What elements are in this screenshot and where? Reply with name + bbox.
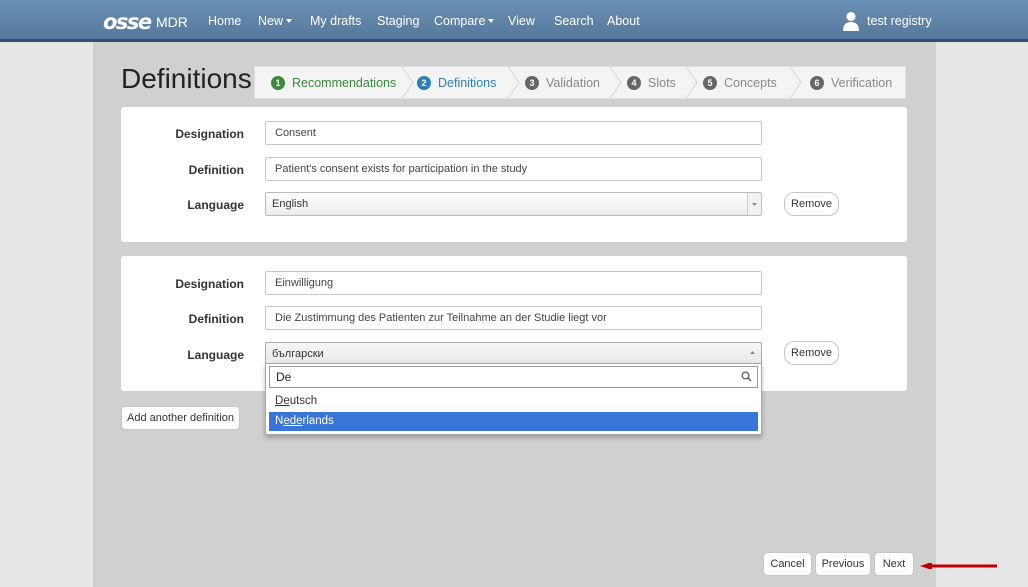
chevron-right-icon xyxy=(507,67,520,98)
language-label: Language xyxy=(187,198,244,212)
cancel-button[interactable]: Cancel xyxy=(763,552,812,576)
previous-button[interactable]: Previous xyxy=(815,552,871,576)
nav-about[interactable]: About xyxy=(607,14,640,28)
caret-down-icon xyxy=(286,19,293,23)
step-number: 2 xyxy=(417,76,431,90)
wizard-step-validation[interactable]: 3 Validation xyxy=(525,76,600,90)
wizard-step-recommendations[interactable]: 1 Recommendations xyxy=(271,76,396,90)
designation-label: Designation xyxy=(175,127,244,141)
user-menu[interactable]: test registry xyxy=(867,14,932,28)
step-label: Validation xyxy=(546,76,600,90)
page-title: Definitions xyxy=(121,63,252,94)
step-label: Definitions xyxy=(438,76,497,90)
step-number: 4 xyxy=(627,76,641,90)
top-navbar: osse MDR Home New My drafts Staging Comp… xyxy=(0,0,1028,42)
caret-down-icon xyxy=(488,19,495,23)
user-icon[interactable] xyxy=(843,11,859,31)
nav-my-drafts[interactable]: My drafts xyxy=(310,14,361,28)
definition-input[interactable]: Patient's consent exists for participati… xyxy=(265,157,762,181)
option-text: utsch xyxy=(289,395,318,407)
chevron-right-icon xyxy=(685,67,698,98)
nav-compare[interactable]: Compare xyxy=(434,14,495,28)
designation-label: Designation xyxy=(175,277,244,291)
step-label: Verification xyxy=(831,76,893,90)
nav-new[interactable]: New xyxy=(258,14,293,28)
chevron-right-icon xyxy=(789,67,802,98)
wizard-step-slots[interactable]: 4 Slots xyxy=(627,76,676,90)
search-value: De xyxy=(276,370,292,384)
search-icon xyxy=(741,371,752,382)
wizard-steps: 1 Recommendations 2 Definitions 3 Validatio… xyxy=(254,66,906,99)
wizard-step-concepts[interactable]: 5 Concepts xyxy=(703,76,777,90)
step-number: 5 xyxy=(703,76,717,90)
wizard-step-definitions[interactable]: 2 Definitions xyxy=(417,76,496,90)
nav-new-label: New xyxy=(258,14,284,28)
match-text: ede xyxy=(283,415,303,427)
step-label: Slots xyxy=(648,76,676,90)
option-text: rlands xyxy=(302,415,334,427)
nav-compare-label: Compare xyxy=(434,14,486,28)
chevron-right-icon xyxy=(609,67,622,98)
remove-button[interactable]: Remove xyxy=(784,341,839,365)
definition-label: Definition xyxy=(188,312,244,326)
nav-staging[interactable]: Staging xyxy=(377,14,419,28)
nav-home[interactable]: Home xyxy=(208,14,241,28)
nav-search[interactable]: Search xyxy=(554,14,594,28)
brand-logo[interactable]: osse xyxy=(103,10,152,34)
add-definition-button[interactable]: Add another definition xyxy=(121,406,240,430)
language-dropdown: De Deutsch Nederlands xyxy=(265,363,762,435)
step-label: Recommendations xyxy=(292,76,397,90)
step-number: 6 xyxy=(810,76,824,90)
arrow-left-icon xyxy=(920,563,997,569)
step-number: 1 xyxy=(271,76,285,90)
language-select[interactable]: English xyxy=(265,192,762,216)
remove-button[interactable]: Remove xyxy=(784,192,839,216)
language-option-nederlands[interactable]: Nederlands xyxy=(269,412,758,431)
language-option-deutsch[interactable]: Deutsch xyxy=(269,392,758,411)
step-label: Concepts xyxy=(724,76,777,90)
chevron-down-icon xyxy=(747,193,761,215)
chevron-right-icon xyxy=(401,67,414,98)
language-select-value: English xyxy=(272,198,309,210)
brand-name[interactable]: MDR xyxy=(156,14,188,30)
next-button[interactable]: Next xyxy=(874,552,914,576)
designation-input[interactable]: Consent xyxy=(265,121,762,145)
language-select-value: български xyxy=(272,348,324,360)
chevron-up-icon xyxy=(746,343,759,365)
definition-input[interactable]: Die Zustimmung des Patienten zur Teilnah… xyxy=(265,306,762,330)
designation-input[interactable]: Einwilligung xyxy=(265,271,762,295)
definition-label: Definition xyxy=(188,163,244,177)
step-number: 3 xyxy=(525,76,539,90)
nav-view[interactable]: View xyxy=(508,14,535,28)
language-search-input[interactable]: De xyxy=(269,366,758,388)
language-label: Language xyxy=(187,348,244,362)
wizard-step-verification[interactable]: 6 Verification xyxy=(810,76,892,90)
